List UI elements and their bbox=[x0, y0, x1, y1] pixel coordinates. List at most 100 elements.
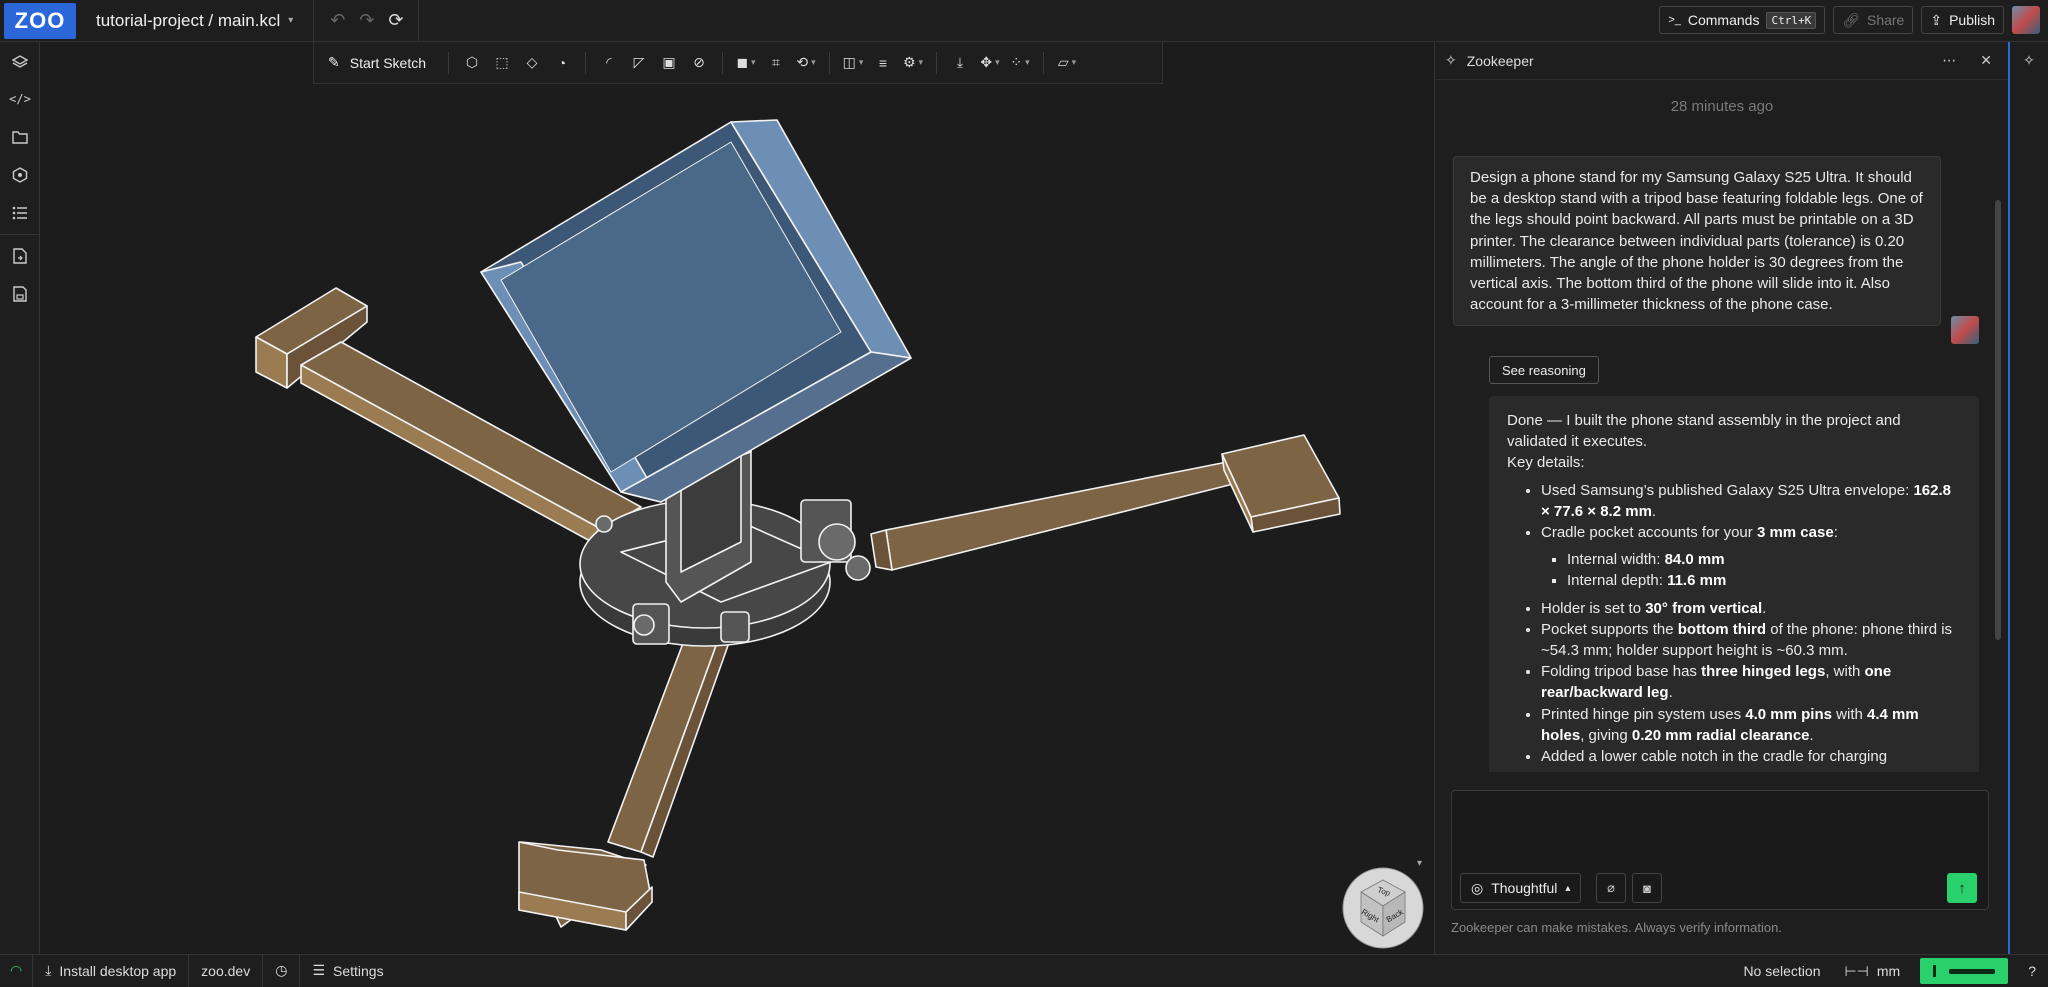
redo-icon[interactable]: ↷ bbox=[359, 10, 374, 31]
share-button[interactable]: 🔗︎ Share bbox=[1833, 6, 1914, 34]
units-selector[interactable]: ⊢⊣ mm bbox=[1832, 955, 1912, 987]
refresh-icon[interactable]: ⟳ bbox=[388, 10, 403, 31]
more-icon[interactable]: ⋯ bbox=[1942, 52, 1956, 69]
divider bbox=[722, 51, 723, 74]
share-label: Share bbox=[1866, 12, 1905, 28]
chamfer-icon[interactable]: ◸ bbox=[626, 49, 652, 77]
brain-icon: ◎ bbox=[1471, 879, 1484, 896]
emphasis: 3 mm case bbox=[1756, 524, 1834, 542]
start-sketch-label: Start Sketch bbox=[349, 54, 426, 71]
sub-list: Internal width: 84.0 mm Internal depth: … bbox=[1541, 549, 1961, 591]
shell-icon[interactable]: ▣ bbox=[656, 49, 682, 77]
save-file-icon[interactable] bbox=[0, 275, 40, 313]
attach-button[interactable]: ⌀ bbox=[1596, 873, 1626, 903]
extrude-icon[interactable]: ⬡ bbox=[459, 49, 485, 77]
status-bar: ◠ ⤓ Install desktop app zoo.dev ◷ ☰ Sett… bbox=[0, 954, 2048, 987]
view-cube[interactable]: Top Right Back bbox=[1339, 862, 1429, 954]
install-label: Install desktop app bbox=[59, 962, 177, 979]
revolve-icon[interactable]: ◔ bbox=[549, 49, 575, 77]
details-list: Used Samsung’s published Galaxy S25 Ultr… bbox=[1507, 480, 1961, 768]
code-icon[interactable]: </> bbox=[0, 80, 40, 118]
right-leg[interactable] bbox=[870, 434, 1341, 571]
assistant-key-details: Key details: bbox=[1507, 454, 1585, 472]
list-item: Internal depth: 11.6 mm bbox=[1567, 570, 1961, 591]
text: Folding tripod base has bbox=[1541, 663, 1697, 681]
install-desktop-app-link[interactable]: ⤓ Install desktop app bbox=[33, 954, 190, 987]
text: Printed hinge pin system uses bbox=[1541, 705, 1742, 723]
publish-button[interactable]: ⇪ Publish bbox=[1921, 6, 2004, 34]
top-actions: >_ Commands Ctrl+K 🔗︎ Share ⇪ Publish bbox=[1659, 6, 2040, 34]
mode-selector[interactable]: ◎ Thoughtful ▴ bbox=[1460, 873, 1582, 903]
model-scene[interactable] bbox=[41, 42, 1433, 954]
see-reasoning-button[interactable]: See reasoning bbox=[1489, 356, 1599, 384]
helix-icon[interactable]: ⟲ ▾ bbox=[793, 49, 819, 77]
view-cube-menu-icon[interactable]: ▾ bbox=[1417, 858, 1422, 869]
gear-icon[interactable]: ⚙ ▾ bbox=[900, 49, 926, 77]
chevron-up-icon: ▴ bbox=[1565, 882, 1571, 894]
list-item: Printed hinge pin system uses 4.0 mm pin… bbox=[1541, 704, 1961, 746]
text: Used Samsung’s published Galaxy S25 Ultr… bbox=[1541, 481, 1910, 499]
emphasis: 0.20 mm radial clearance bbox=[1631, 726, 1810, 744]
feature-tree-icon[interactable] bbox=[0, 156, 40, 194]
ruler-icon: ⊢⊣ bbox=[1844, 962, 1869, 979]
text: . bbox=[1809, 726, 1814, 744]
3d-viewport[interactable]: ✎ Start Sketch ⬡ ⬚ ◇ ◔ ◜ ◸ ▣ ⊘ ◼ ▾ ⌗ ⟲ ▾ ◫… bbox=[41, 42, 1433, 954]
screenshot-button[interactable]: ◙ bbox=[1632, 873, 1662, 903]
chat-history[interactable]: 28 minutes ago Design a phone stand for … bbox=[1435, 80, 2009, 772]
commands-button[interactable]: >_ Commands Ctrl+K bbox=[1659, 6, 1826, 34]
layers-icon[interactable] bbox=[0, 42, 40, 80]
text: Pocket supports the bbox=[1541, 620, 1674, 638]
close-icon[interactable]: ✕ bbox=[1980, 52, 1992, 69]
sparkle-icon[interactable]: ✧ bbox=[2010, 42, 2048, 78]
align-icon[interactable]: ≡ bbox=[870, 49, 896, 77]
fillet-icon[interactable]: ◜ bbox=[596, 49, 622, 77]
text: , with bbox=[1825, 663, 1861, 681]
user-avatar[interactable] bbox=[2012, 6, 2040, 34]
arrow-up-icon: ↑ bbox=[1958, 879, 1966, 897]
divider bbox=[829, 51, 830, 74]
start-sketch-button[interactable]: ✎ Start Sketch bbox=[324, 54, 438, 71]
project-selector[interactable]: tutorial-project / main.kcl ▾ bbox=[96, 11, 293, 31]
wifi-icon: ◠ bbox=[10, 962, 23, 978]
emphasis: 4.0 mm pins bbox=[1745, 705, 1832, 723]
settings-button[interactable]: ☰ Settings bbox=[300, 955, 395, 987]
list-icon[interactable] bbox=[0, 194, 40, 232]
plane-icon[interactable]: ◫ ▾ bbox=[840, 49, 866, 77]
sparkle-icon: ✧ bbox=[1445, 52, 1457, 68]
pencil-icon: ✎ bbox=[328, 54, 340, 70]
emphasis: 30° from vertical bbox=[1645, 599, 1763, 617]
text: Cradle pocket accounts for your bbox=[1541, 524, 1753, 542]
sweep-icon[interactable]: ⬚ bbox=[489, 49, 515, 77]
emphasis: 11.6 mm bbox=[1667, 572, 1727, 590]
boolean-icon[interactable]: ◼ ▾ bbox=[733, 49, 759, 77]
loft-icon[interactable]: ◇ bbox=[519, 49, 545, 77]
status-bar-indicator bbox=[1949, 968, 1996, 974]
list-item: Used Samsung’s published Galaxy S25 Ultr… bbox=[1541, 480, 1961, 522]
folder-icon[interactable] bbox=[0, 118, 40, 156]
hole-icon[interactable]: ⊘ bbox=[686, 49, 712, 77]
divider bbox=[448, 51, 449, 74]
split-icon[interactable]: ⌗ bbox=[763, 49, 789, 77]
divider bbox=[0, 234, 40, 235]
telemetry-button[interactable]: ◷ bbox=[263, 954, 301, 987]
chat-scrollbar[interactable] bbox=[1995, 200, 2001, 640]
undo-icon[interactable]: ↶ bbox=[330, 10, 345, 31]
prompt-input[interactable] bbox=[1460, 799, 1980, 849]
phone-holder[interactable] bbox=[480, 119, 912, 503]
help-button[interactable]: ? bbox=[2016, 955, 2048, 987]
move-icon[interactable]: ✥ ▾ bbox=[977, 49, 1003, 77]
upload-icon: ⇪ bbox=[1930, 11, 1943, 28]
zoo-dev-link[interactable]: zoo.dev bbox=[189, 954, 264, 987]
send-button[interactable]: ↑ bbox=[1947, 873, 1977, 903]
zoo-logo[interactable]: ZOO bbox=[4, 2, 76, 39]
insert-icon[interactable]: ⤓ bbox=[947, 49, 973, 77]
network-status[interactable]: ◠ bbox=[0, 954, 34, 987]
pattern-icon[interactable]: ⁘ ▾ bbox=[1007, 49, 1033, 77]
file-export-icon[interactable] bbox=[0, 237, 40, 275]
front-leg[interactable] bbox=[518, 621, 732, 931]
view-plane-icon[interactable]: ▱ ▾ bbox=[1054, 49, 1080, 77]
camera-icon: ◙ bbox=[1643, 880, 1651, 896]
engine-status[interactable] bbox=[1920, 958, 2009, 984]
chevron-down-icon: ▾ bbox=[288, 15, 294, 26]
list-item: Holder is set to 30° from vertical. bbox=[1541, 598, 1961, 619]
